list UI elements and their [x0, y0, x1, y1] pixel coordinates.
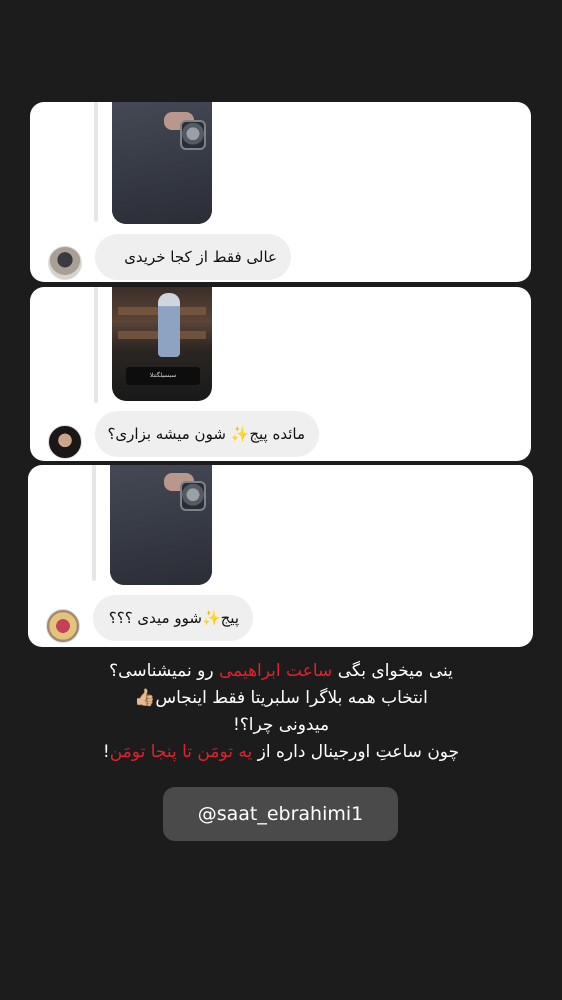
mention-sticker[interactable]: @saat_ebrahimi1 [163, 787, 398, 841]
caption-line-2: انتخاب همه بلاگرا سلبریتا فقط اینجاس👍🏼 [134, 688, 428, 708]
caption-line-1: ینی میخوای بگی ساعت ابراهیمی رو نمیشناسی… [40, 658, 522, 685]
caption-text: رو نمیشناسی؟ [109, 661, 219, 681]
caption-text: ینی میخوای بگی [332, 661, 453, 681]
comment-bubble-2: مائده پیج✨ شون میشه بزاری؟ [95, 411, 319, 457]
comment-card-3: پیج✨شوو میدی ؟؟؟ [28, 465, 533, 647]
post-thumbnail-shop[interactable]: سبسیلگتتلا [112, 287, 212, 401]
comment-card-2: سبسیلگتتلا مائده پیج✨ شون میشه بزاری؟ [30, 287, 531, 461]
caption-highlight: ساعت ابراهیمی [218, 661, 333, 681]
caption-line-3: میدونی چرا؟! [232, 715, 330, 735]
watch [180, 120, 206, 150]
avatar[interactable] [46, 609, 80, 643]
caption-line-4: چون ساعتِ اورجینال داره از یه تومَن تا پ… [40, 739, 522, 766]
caption-text: ! [102, 742, 110, 762]
thread-line [94, 102, 98, 222]
watch [180, 481, 206, 511]
post-thumbnail-watch[interactable] [110, 465, 212, 585]
thumbnail-label: سبسیلگتتلا [126, 367, 200, 385]
person [158, 293, 180, 357]
post-thumbnail-watch[interactable] [112, 102, 212, 224]
comment-bubble-1: عالی فقط از کجا خریدی [95, 234, 291, 280]
thread-line [94, 287, 98, 403]
avatar[interactable] [48, 246, 82, 280]
caption-text: چون ساعتِ اورجینال داره از [252, 742, 460, 762]
avatar[interactable] [48, 425, 82, 459]
comment-card-1: عالی فقط از کجا خریدی [30, 102, 531, 282]
thread-line [92, 465, 96, 581]
caption-highlight: یه تومَن تا پنجا تومَن [109, 742, 253, 762]
story-caption: ینی میخوای بگی ساعت ابراهیمی رو نمیشناسی… [40, 658, 522, 766]
comment-bubble-3: پیج✨شوو میدی ؟؟؟ [93, 595, 253, 641]
